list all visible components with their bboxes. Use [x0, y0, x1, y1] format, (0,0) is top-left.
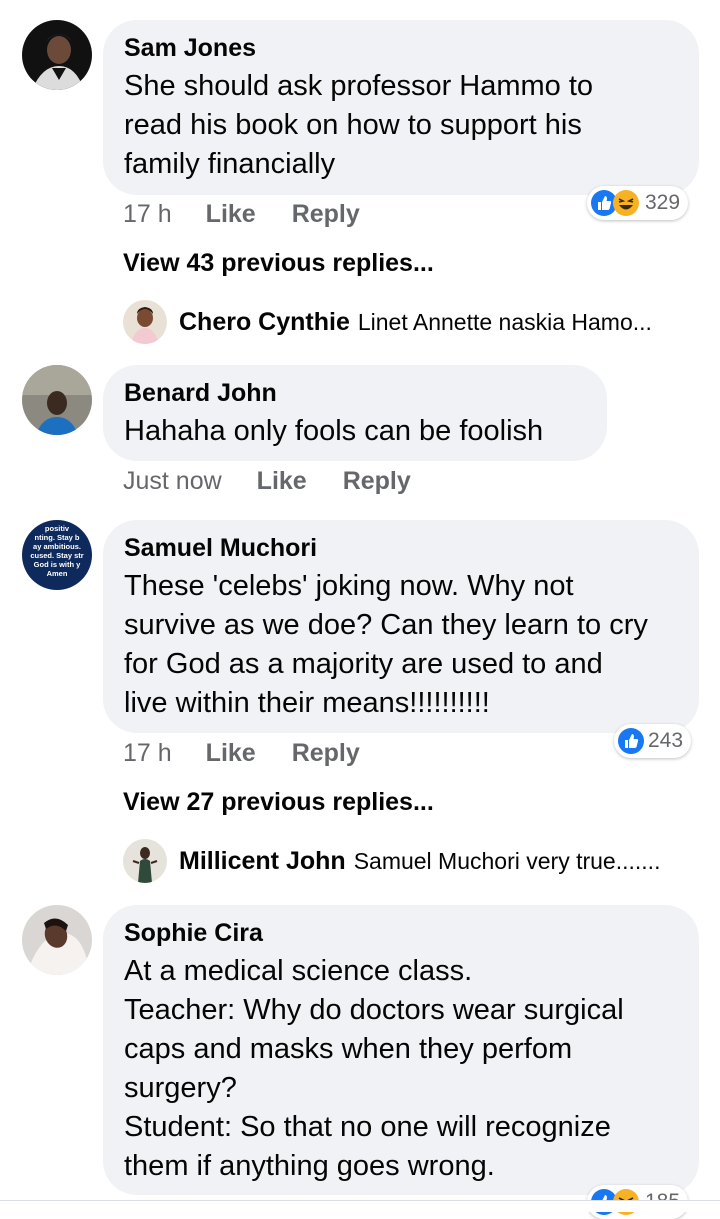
avatar-text: positiv nting. Stay b ay ambitious. cuse… — [30, 524, 84, 578]
reply-author[interactable]: Chero Cynthie — [179, 308, 350, 337]
like-button[interactable]: Like — [257, 467, 307, 496]
comment-actions: Just now Like Reply — [123, 467, 411, 496]
view-previous-replies[interactable]: View 27 previous replies... — [123, 788, 434, 817]
comment-bubble: Sophie Cira At a medical science class. … — [103, 905, 699, 1195]
avatar-benard-john[interactable] — [22, 365, 92, 435]
like-icon — [618, 728, 644, 754]
comment-actions: 17 h Like Reply — [123, 200, 360, 229]
comment-bubble: Sam Jones She should ask professor Hammo… — [103, 20, 699, 195]
comment-text: She should ask professor Hammo to read h… — [124, 70, 594, 180]
comment-bubble: Samuel Muchori These 'celebs' joking now… — [103, 520, 699, 733]
like-button[interactable]: Like — [206, 200, 256, 229]
comment-text: At a medical science class. Teacher: Why… — [124, 955, 624, 1182]
reply-preview[interactable]: Millicent John Samuel Muchori very true.… — [123, 847, 660, 876]
comment-author[interactable]: Sam Jones — [124, 33, 679, 63]
comment-actions: 17 h Like Reply — [123, 739, 360, 768]
reply-author[interactable]: Millicent John — [179, 847, 346, 876]
avatar-sophie-cira[interactable] — [22, 905, 92, 975]
reaction-summary[interactable]: 329 — [587, 186, 689, 220]
view-previous-replies[interactable]: View 43 previous replies... — [123, 249, 434, 278]
reply-preview[interactable]: Chero Cynthie Linet Annette naskia Hamo.… — [123, 308, 652, 337]
comment-timestamp[interactable]: 17 h — [123, 739, 172, 768]
reply-button[interactable]: Reply — [343, 467, 411, 496]
comment-timestamp[interactable]: Just now — [123, 467, 222, 496]
avatar-sam-jones[interactable] — [22, 20, 92, 90]
reply-text: Samuel Muchori very true....... — [353, 848, 661, 874]
reaction-summary[interactable]: 243 — [614, 724, 692, 758]
comment-author[interactable]: Benard John — [124, 378, 587, 408]
comment-author[interactable]: Sophie Cira — [124, 918, 679, 948]
comment-timestamp[interactable]: 17 h — [123, 200, 172, 229]
haha-icon — [613, 190, 639, 216]
reaction-count: 243 — [648, 729, 684, 752]
avatar-samuel-muchori[interactable]: positiv nting. Stay b ay ambitious. cuse… — [22, 520, 92, 590]
like-button[interactable]: Like — [206, 739, 256, 768]
comment-bubble: Benard John Hahaha only fools can be foo… — [103, 365, 607, 461]
comment-text: These 'celebs' joking now. Why not survi… — [124, 570, 648, 719]
reply-text: Linet Annette naskia Hamo... — [357, 309, 652, 335]
bottom-divider — [0, 1200, 720, 1212]
comment-author[interactable]: Samuel Muchori — [124, 533, 679, 563]
reply-button[interactable]: Reply — [292, 739, 360, 768]
comment-text: Hahaha only fools can be foolish — [124, 415, 544, 447]
reaction-count: 329 — [645, 191, 681, 214]
reply-button[interactable]: Reply — [292, 200, 360, 229]
